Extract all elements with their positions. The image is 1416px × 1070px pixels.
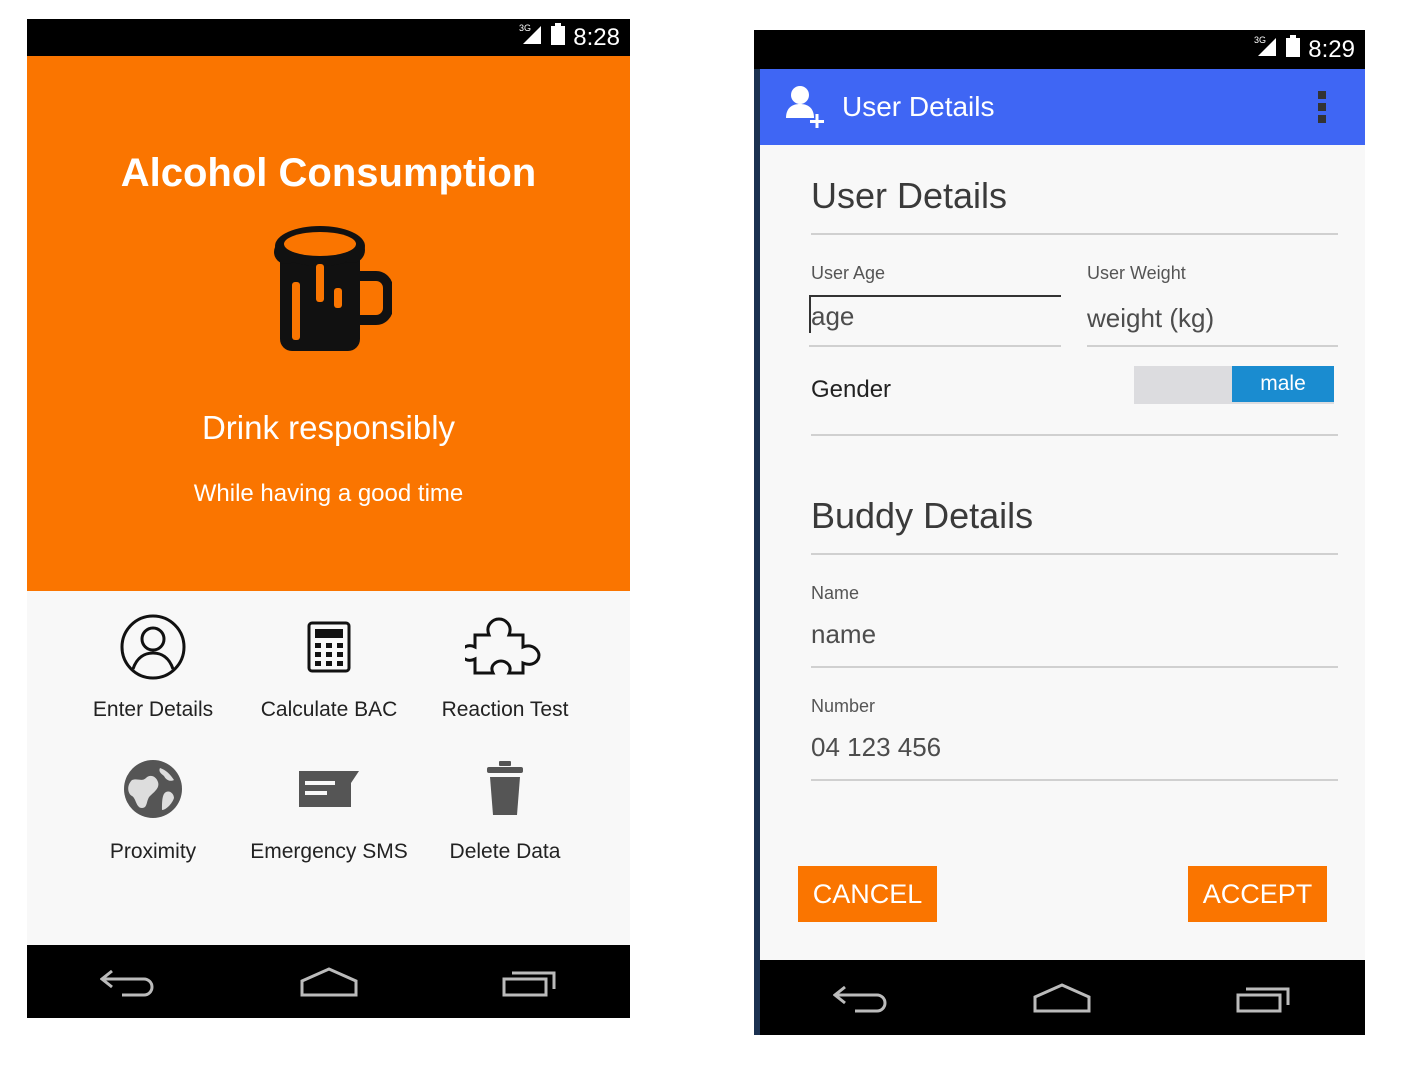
- menu-calculate-bac[interactable]: Calculate BAC: [241, 612, 417, 722]
- menu-label: Delete Data: [449, 840, 561, 863]
- beer-mug-icon: [270, 224, 393, 359]
- menu-label: Reaction Test: [441, 698, 569, 721]
- home-icon[interactable]: [284, 957, 374, 1007]
- divider: [811, 553, 1338, 555]
- cancel-button[interactable]: CANCEL: [798, 866, 937, 922]
- tagline: Drink responsibly: [201, 409, 456, 446]
- trash-icon: [417, 754, 593, 824]
- svg-text:3G: 3G: [1254, 35, 1266, 45]
- age-input[interactable]: age: [811, 301, 854, 332]
- recents-icon[interactable]: [485, 957, 575, 1007]
- divider: [811, 666, 1338, 668]
- add-user-icon[interactable]: [784, 84, 828, 130]
- signal-icon: 3G: [519, 22, 545, 53]
- subtitle: While having a good time: [193, 480, 464, 507]
- buddy-number-input[interactable]: 04 123 456: [811, 732, 941, 763]
- buddy-name-label: Name: [811, 583, 860, 603]
- status-bar: 3G 8:29: [754, 30, 1365, 69]
- menu-enter-details[interactable]: Enter Details: [65, 612, 241, 722]
- menu-proximity[interactable]: Proximity: [65, 754, 241, 864]
- gender-toggle[interactable]: male: [1134, 366, 1334, 404]
- status-time: 8:28: [573, 23, 620, 51]
- gender-toggle-value: male: [1232, 366, 1334, 402]
- navigation-bar: [760, 960, 1365, 1035]
- form-content: User Details User Age age User Weight we…: [760, 145, 1365, 960]
- menu-emergency-sms[interactable]: Emergency SMS: [241, 754, 417, 864]
- app-title: Alcohol Consumption: [120, 151, 537, 195]
- recents-icon[interactable]: [1219, 973, 1309, 1023]
- app-bar: User Details: [760, 69, 1365, 145]
- weight-input[interactable]: weight (kg): [1087, 303, 1214, 334]
- app-bar-title: User Details: [842, 91, 995, 122]
- buddy-section-title: Buddy Details: [811, 495, 1034, 536]
- menu-reaction-test[interactable]: Reaction Test: [417, 612, 593, 722]
- puzzle-icon: [417, 612, 593, 682]
- weight-field[interactable]: weight (kg): [1087, 295, 1338, 347]
- status-time: 8:29: [1308, 35, 1355, 63]
- status-bar: 3G 8:28: [27, 19, 630, 56]
- buddy-number-label: Number: [811, 696, 876, 716]
- main-menu-screen: 3G 8:28 Alcohol Consumption Drink respon…: [27, 19, 630, 1018]
- age-label: User Age: [811, 263, 886, 283]
- divider: [811, 779, 1338, 781]
- home-icon[interactable]: [1017, 973, 1107, 1023]
- weight-label: User Weight: [1087, 263, 1186, 283]
- menu-label: Enter Details: [92, 698, 214, 721]
- user-circle-icon: [65, 612, 241, 682]
- menu-delete-data[interactable]: Delete Data: [417, 754, 593, 864]
- back-icon[interactable]: [83, 957, 173, 1007]
- back-icon[interactable]: [816, 973, 906, 1023]
- calculator-icon: [241, 612, 417, 682]
- svg-text:3G: 3G: [519, 23, 531, 33]
- menu-label: Proximity: [109, 840, 197, 863]
- user-details-screen: 3G 8:29 User Details User Details User A…: [754, 30, 1365, 1035]
- battery-icon: [551, 23, 566, 52]
- globe-icon: [65, 754, 241, 824]
- menu-label: Calculate BAC: [260, 698, 398, 721]
- message-icon: [241, 754, 417, 824]
- age-field[interactable]: age: [809, 295, 1061, 347]
- signal-icon: 3G: [1254, 34, 1280, 65]
- divider: [811, 434, 1338, 436]
- menu-label: Emergency SMS: [250, 840, 408, 863]
- battery-icon: [1286, 35, 1301, 64]
- user-section-title: User Details: [811, 175, 1008, 216]
- gender-label: Gender: [811, 376, 892, 403]
- overflow-menu-icon[interactable]: [1317, 91, 1327, 128]
- navigation-bar: [27, 945, 630, 1018]
- divider: [811, 233, 1338, 235]
- hero-banner: Alcohol Consumption Drink responsibly Wh…: [27, 56, 630, 591]
- accept-button[interactable]: ACCEPT: [1188, 866, 1327, 922]
- buddy-name-input[interactable]: name: [811, 619, 876, 650]
